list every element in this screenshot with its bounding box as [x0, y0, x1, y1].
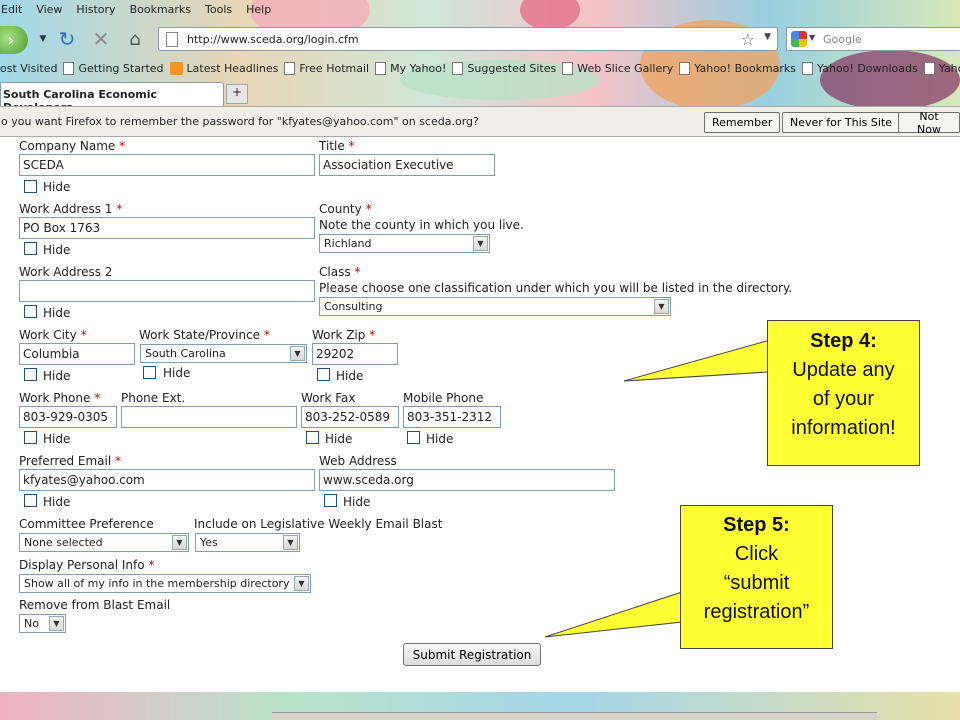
step4-pointer: [623, 339, 771, 382]
step4-callout: Step 4: Update any of your information!: [767, 320, 920, 466]
bottom-theme-strip: [0, 692, 960, 720]
step5-callout: Step 5: Click “submit registration”: [680, 505, 833, 649]
step5-pointer: [544, 591, 683, 638]
horizontal-scrollbar[interactable]: [272, 712, 877, 720]
step4-line: Update any: [792, 359, 895, 381]
step5-line: Click: [734, 543, 779, 565]
step4-line: of your: [812, 388, 875, 410]
step4-heading: Step 4:: [810, 330, 877, 352]
step5-line: “submit: [723, 572, 790, 594]
step5-heading: Step 5:: [723, 514, 790, 536]
step4-line: information!: [791, 417, 896, 439]
step5-line: registration”: [703, 601, 810, 623]
